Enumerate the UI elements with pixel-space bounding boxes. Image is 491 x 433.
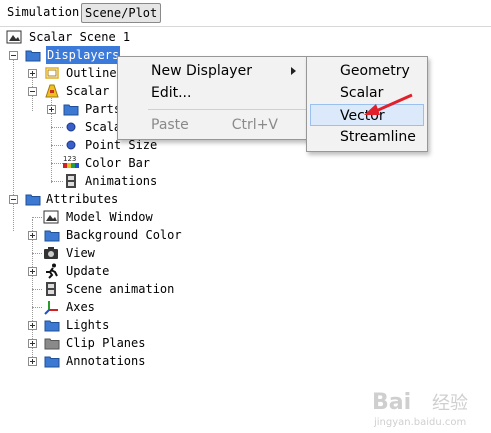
- menu-item-paste: Paste Ctrl+V: [121, 114, 306, 136]
- baidu-logo-icon: Bai 经验 jingyan.baidu.com: [372, 390, 468, 428]
- tree-item-color-bar[interactable]: 123 Color Bar: [0, 154, 200, 172]
- menu-separator: [148, 109, 306, 110]
- tree-label-clip-planes: Clip Planes: [66, 336, 146, 350]
- tree-line: [32, 253, 42, 254]
- tab-simulation[interactable]: Simulation: [4, 3, 82, 21]
- tree-label-animations: Animations: [85, 174, 158, 188]
- folder-open-icon: [25, 50, 41, 62]
- tree-label-parts: Parts: [85, 102, 122, 116]
- tree-item-model-window[interactable]: Model Window: [0, 208, 220, 226]
- color-bar-badge: 123: [63, 155, 76, 163]
- tree-item-annotations[interactable]: Annotations: [0, 352, 220, 370]
- camera-icon: [44, 247, 58, 259]
- window-icon: [43, 210, 59, 224]
- tree-item-background-color[interactable]: Background Color: [0, 226, 220, 244]
- tree-label-outline: Outline: [66, 66, 117, 80]
- runner-icon: [46, 263, 58, 279]
- tree-label-background-color: Background Color: [66, 228, 182, 242]
- tree-line: [32, 289, 42, 290]
- menu-label-paste: Paste: [151, 117, 189, 133]
- menu-label-edit: Edit...: [151, 85, 192, 101]
- folder-icon: [44, 356, 60, 368]
- tree-item-lights[interactable]: Lights: [0, 316, 220, 334]
- tree-label-displayers: Displayers: [46, 46, 121, 64]
- collapse-icon[interactable]: [28, 87, 37, 96]
- tree-label-color-bar: Color Bar: [85, 156, 151, 170]
- tree-item-clip-planes[interactable]: Clip Planes: [0, 334, 220, 352]
- context-menu: New Displayer Edit... Paste Ctrl+V: [117, 56, 310, 140]
- expand-icon[interactable]: [28, 231, 37, 240]
- folder-icon: [44, 230, 60, 242]
- tree-line: [32, 307, 42, 308]
- tree-label-attributes: Attributes: [46, 192, 119, 206]
- submenu-item-streamline[interactable]: Streamline: [310, 126, 424, 148]
- folder-icon: [44, 320, 60, 332]
- folder-open-icon: [25, 194, 41, 206]
- tree-item-update[interactable]: Update: [0, 262, 220, 280]
- expand-icon[interactable]: [47, 105, 56, 114]
- tree-label-scalar: Scalar: [66, 84, 110, 98]
- watermark-url: jingyan.baidu.com: [373, 417, 466, 428]
- collapse-icon[interactable]: [9, 51, 18, 60]
- tab-bar: Simulation Scene/Plot: [0, 0, 491, 26]
- menu-item-new-displayer[interactable]: New Displayer: [121, 60, 306, 82]
- expand-icon[interactable]: [28, 267, 37, 276]
- tree-label-lights: Lights: [66, 318, 110, 332]
- expand-icon[interactable]: [28, 69, 37, 78]
- axes-icon: [44, 301, 58, 315]
- tree-label-view: View: [66, 246, 95, 260]
- tree-label-model-window: Model Window: [66, 210, 153, 224]
- tree-line: [51, 145, 63, 146]
- outline-icon: [45, 67, 59, 79]
- tree-label-update: Update: [66, 264, 110, 278]
- submenu-arrow-icon: [291, 67, 296, 75]
- film-icon: [46, 282, 56, 296]
- tree-root-label: Scalar Scene 1: [29, 30, 131, 44]
- tree-item-axes[interactable]: Axes: [0, 298, 220, 316]
- menu-item-edit[interactable]: Edit...: [121, 82, 306, 104]
- menu-shortcut-paste: Ctrl+V: [231, 117, 278, 133]
- tree-item-attributes[interactable]: Attributes: [0, 190, 200, 208]
- tree-label-scalar-bar: Scala: [85, 120, 122, 134]
- tree-label-scene-animation: Scene animation: [66, 282, 175, 296]
- dot-icon: [66, 140, 76, 150]
- scene-icon: [6, 30, 22, 44]
- collapse-icon[interactable]: [9, 195, 18, 204]
- tree-item-view[interactable]: View: [0, 244, 220, 262]
- watermark-text: Bai: [372, 390, 411, 415]
- watermark-suffix: 经验: [432, 393, 468, 414]
- tree-label-annotations: Annotations: [66, 354, 146, 368]
- tab-scene-plot[interactable]: Scene/Plot: [81, 3, 162, 23]
- tree-item-animations[interactable]: Animations: [0, 172, 200, 190]
- pointer-arrow-icon: [364, 93, 413, 115]
- tree-line: [51, 127, 63, 128]
- menu-label-new-displayer: New Displayer: [151, 63, 252, 79]
- dot-icon: [66, 122, 76, 132]
- submenu-item-geometry[interactable]: Geometry: [310, 60, 424, 82]
- folder-icon: [63, 104, 79, 116]
- tree-line: [51, 181, 63, 182]
- baidu-watermark: Bai 经验 jingyan.baidu.com: [372, 385, 487, 429]
- tree-item-scene-animation[interactable]: Scene animation: [0, 280, 220, 298]
- submenu-label-geometry: Geometry: [340, 63, 410, 79]
- folder-gray-icon: [44, 338, 60, 350]
- tree-line: [32, 217, 42, 218]
- submenu-label-streamline: Streamline: [340, 129, 416, 145]
- tree-label-axes: Axes: [66, 300, 95, 314]
- expand-icon[interactable]: [28, 357, 37, 366]
- film-icon: [66, 174, 76, 188]
- expand-icon[interactable]: [28, 321, 37, 330]
- expand-icon[interactable]: [28, 339, 37, 348]
- tree-root[interactable]: Scalar Scene 1: [0, 28, 200, 46]
- scalar-displayer-icon: [45, 84, 59, 98]
- color-bar-icon: 123: [63, 155, 79, 168]
